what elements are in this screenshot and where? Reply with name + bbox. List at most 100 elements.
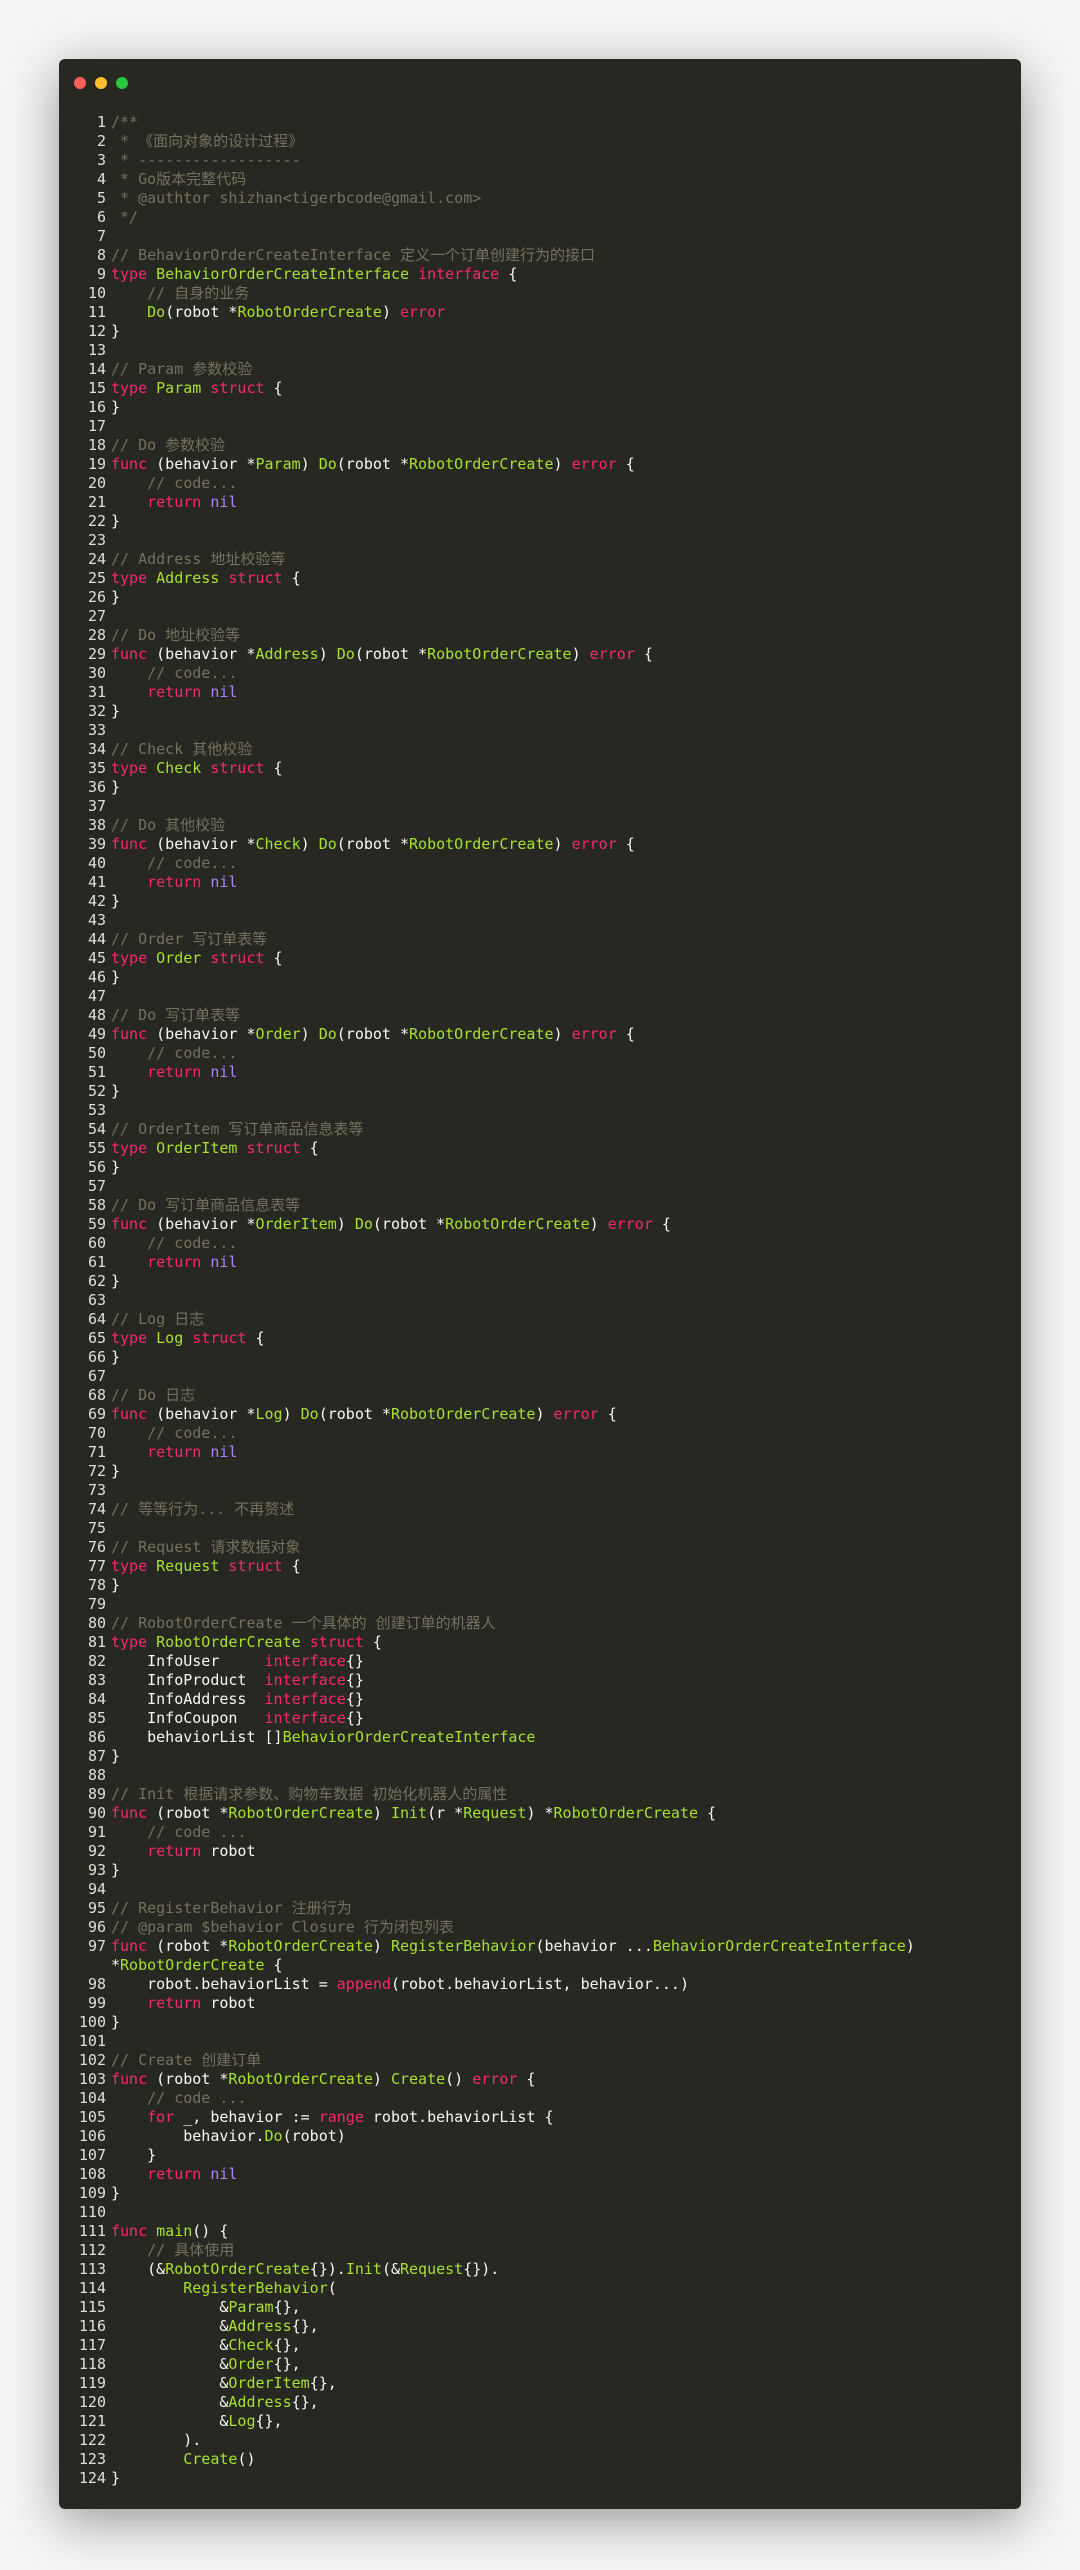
code-token: type (111, 569, 148, 587)
line-number: 1 (96, 113, 106, 131)
code-line: 117 &Check{}, (59, 2336, 1021, 2355)
line-source: // Address 地址校验等 (111, 550, 285, 569)
line-source: type Check struct { (111, 759, 283, 778)
code-token: // Log 日志 (111, 1310, 205, 1328)
line-number: 98 (87, 1975, 106, 1993)
code-line: 11 Do(robot *RobotOrderCreate) error (59, 303, 1021, 322)
line-number: 86 (87, 1728, 106, 1746)
line-source: } (111, 1747, 120, 1766)
code-token: (behavior * (147, 1215, 256, 1233)
code-token: Order (255, 1025, 301, 1043)
line-number: 88 (87, 1766, 106, 1784)
code-line: 111 func main() { (59, 2222, 1021, 2241)
code-token: // code... (147, 854, 238, 872)
code-token: interface (264, 1652, 346, 1670)
code-token: ) (589, 1215, 608, 1233)
code-token: Log (255, 1405, 283, 1423)
line-source: InfoUser interface{} (111, 1652, 364, 1671)
line-number: 18 (87, 436, 106, 454)
code-token: { (616, 455, 635, 473)
code-token: * @authtor shizhan<tigerbcode@gmail.com> (111, 189, 482, 207)
code-line: 77 type Request struct { (59, 1557, 1021, 1576)
code-token: ) (372, 2070, 391, 2088)
line-number: 83 (87, 1671, 106, 1689)
code-token: RobotOrderCreate (228, 2070, 373, 2088)
code-token: for (147, 2108, 175, 2126)
code-token: { (616, 835, 635, 853)
code-line: 49 func (behavior *Order) Do(robot *Robot… (59, 1025, 1021, 1044)
code-token: (robot.behaviorList, behavior...) (390, 1975, 689, 1993)
line-source: return nil (111, 1253, 237, 1272)
code-token: & (111, 2412, 229, 2430)
code-token: & (111, 2374, 229, 2392)
line-source: func (behavior *Order) Do(robot *RobotOr… (111, 1025, 635, 1044)
code-token: (& (111, 2260, 166, 2278)
code-line: 69 func (behavior *Log) Do(robot *RobotOr… (59, 1405, 1021, 1424)
code-line: 39 func (behavior *Check) Do(robot *Robot… (59, 835, 1021, 854)
code-token: } (111, 1272, 121, 1290)
line-source: // BehaviorOrderCreateInterface 定义一个订单创建… (111, 246, 595, 265)
line-number: 107 (78, 2146, 106, 2164)
code-line: 73 (59, 1481, 1021, 1500)
code-line: 34 // Check 其他校验 (59, 740, 1021, 759)
line-source: RegisterBehavior( (111, 2279, 337, 2298)
code-token: {}, (291, 2317, 319, 2335)
minimize-window-button[interactable] (95, 77, 107, 89)
code-token: (robot * (336, 835, 410, 853)
code-token: OrderItem (228, 2374, 310, 2392)
line-number: 7 (96, 227, 106, 245)
code-line: 122 ). (59, 2431, 1021, 2450)
code-token: interface (264, 1709, 346, 1727)
code-token: interface (264, 1671, 346, 1689)
code-token: Do (300, 1405, 319, 1423)
code-token: Do (318, 835, 337, 853)
code-token: { (282, 1557, 301, 1575)
code-token: RobotOrderCreate (553, 1804, 699, 1822)
line-number: 42 (87, 892, 106, 910)
close-window-button[interactable] (74, 77, 86, 89)
code-token: { (363, 1633, 382, 1651)
line-number: 36 (87, 778, 106, 796)
line-number: 104 (78, 2089, 106, 2107)
code-line: 26} (59, 588, 1021, 607)
code-line: 40 // code... (59, 854, 1021, 873)
code-token: nil (210, 1253, 238, 1271)
code-token: Order (156, 949, 202, 967)
code-line: 42} (59, 892, 1021, 911)
line-source: // Do 写订单表等 (111, 1006, 240, 1025)
line-source: } (111, 322, 120, 341)
code-token: { (499, 265, 518, 283)
line-source: // Do 日志 (111, 1386, 195, 1405)
code-token: Param (156, 379, 202, 397)
code-token: (robot * (147, 1937, 229, 1955)
code-token: (robot * (372, 1215, 446, 1233)
line-number: 89 (87, 1785, 106, 1803)
line-number: 58 (87, 1196, 106, 1214)
code-token: // RegisterBehavior 注册行为 (111, 1899, 352, 1917)
code-token: // Do 写订单表等 (111, 1006, 241, 1024)
line-number: 27 (87, 607, 106, 625)
code-token: } (111, 892, 121, 910)
code-line: 104 // code ... (59, 2089, 1021, 2108)
code-line: 113 (&RobotOrderCreate{}).Init(&Request{… (59, 2260, 1021, 2279)
code-token: // Do 参数校验 (111, 436, 226, 454)
code-line: 116 &Address{}, (59, 2317, 1021, 2336)
line-number: 96 (87, 1918, 106, 1936)
code-line: 28 // Do 地址校验等 (59, 626, 1021, 645)
line-number: 99 (87, 1994, 106, 2012)
code-token: (behavior * (147, 645, 256, 663)
maximize-window-button[interactable] (116, 77, 128, 89)
code-token: ) (553, 1025, 572, 1043)
code-line: 2 * 《面向对象的设计过程》 (59, 132, 1021, 151)
line-source: Do(robot *RobotOrderCreate) error (111, 303, 445, 322)
line-source: func (robot *RobotOrderCreate) Init(r *R… (111, 1804, 716, 1823)
code-token: { (264, 1956, 283, 1974)
code-line: 12} (59, 322, 1021, 341)
line-number: 73 (87, 1481, 106, 1499)
code-block[interactable]: 1/** 2 * 《面向对象的设计过程》 3 * -----------------… (59, 113, 1021, 2488)
